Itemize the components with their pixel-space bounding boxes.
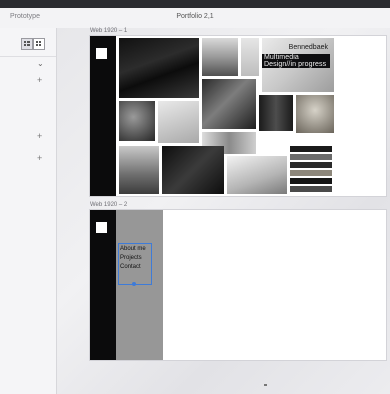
cursor-mark bbox=[264, 384, 267, 386]
system-menu-bar bbox=[0, 0, 390, 8]
plus-icon[interactable]: + bbox=[37, 76, 42, 85]
photo-tile bbox=[119, 101, 155, 141]
photo-tile bbox=[241, 38, 259, 76]
photo-tile bbox=[227, 156, 287, 194]
photo-tile bbox=[259, 95, 293, 131]
chevron-down-icon[interactable]: ⌄ bbox=[37, 60, 44, 68]
photo-tile bbox=[202, 79, 256, 129]
plus-icon[interactable]: + bbox=[37, 132, 42, 141]
color-stripe bbox=[290, 178, 332, 184]
logo-square bbox=[96, 48, 107, 59]
resize-handle[interactable] bbox=[132, 282, 136, 286]
gray-nav-panel bbox=[116, 210, 163, 360]
photo-tile bbox=[158, 101, 199, 143]
view-toggle bbox=[21, 38, 47, 50]
photo-tile bbox=[296, 95, 334, 133]
layers-sidebar: ⌄ + + + bbox=[0, 28, 57, 394]
photo-tile bbox=[119, 146, 159, 194]
color-stripe bbox=[290, 162, 332, 168]
design-canvas[interactable]: Web 1920 – 1 Bennedbaek Multimedia Desig… bbox=[57, 28, 390, 394]
sidebar-divider bbox=[0, 56, 56, 57]
hero-name: Bennedbaek bbox=[288, 44, 328, 51]
nav-about-me[interactable]: About me bbox=[120, 246, 146, 253]
color-stripe bbox=[290, 170, 332, 176]
color-stripe bbox=[290, 186, 332, 192]
hero-tile: Bennedbaek Multimedia Design//in progres… bbox=[262, 38, 334, 92]
photo-tile bbox=[119, 38, 199, 98]
logo-square bbox=[96, 222, 107, 233]
photo-tile bbox=[162, 146, 224, 194]
frame-label-1[interactable]: Web 1920 – 1 bbox=[90, 28, 127, 34]
color-stripe bbox=[290, 154, 332, 160]
list-view-icon[interactable] bbox=[21, 38, 33, 50]
dark-side-panel bbox=[90, 36, 116, 196]
grid-view-icon[interactable] bbox=[33, 38, 45, 50]
document-title: Portfolio 2,1 bbox=[176, 13, 214, 20]
nav-projects[interactable]: Projects bbox=[120, 255, 142, 262]
toolbar: Prototype Portfolio 2,1 bbox=[0, 8, 390, 29]
artboard-web-1920-2[interactable]: About me Projects Contact bbox=[90, 210, 386, 360]
photo-tile bbox=[202, 38, 238, 76]
screen: Prototype Portfolio 2,1 ⌄ + + + Web 1920… bbox=[0, 0, 390, 394]
artboard-web-1920-1[interactable]: Bennedbaek Multimedia Design//in progres… bbox=[90, 36, 386, 196]
color-stripe bbox=[290, 146, 332, 152]
plus-icon[interactable]: + bbox=[37, 154, 42, 163]
hero-subtitle: Multimedia Design//in progress bbox=[262, 54, 330, 68]
nav-contact[interactable]: Contact bbox=[120, 264, 141, 271]
frame-label-2[interactable]: Web 1920 – 2 bbox=[90, 202, 127, 208]
